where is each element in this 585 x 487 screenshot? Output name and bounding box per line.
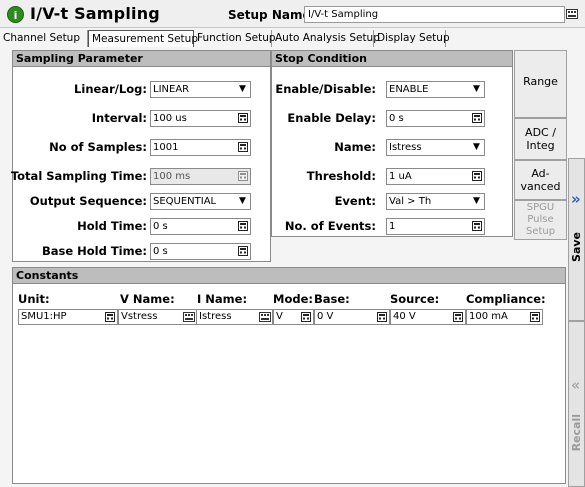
unit-field[interactable]: SMU1:HP [18,309,118,325]
calculator-icon[interactable] [238,142,248,152]
setup-name-input[interactable]: I/V-t Sampling [304,6,565,23]
save-label: Save [570,232,583,262]
keyboard-icon[interactable] [259,312,271,322]
chevron-down-icon[interactable]: ▼ [235,82,250,97]
name-label: Name: [334,140,376,154]
calculator-icon[interactable] [238,221,248,231]
tab-channel-setup[interactable]: Channel Setup [0,30,88,47]
spgu-label-2: Pulse [527,214,554,225]
calculator-icon[interactable] [453,312,463,322]
advanced-label-1: Ad- [531,167,550,180]
col-i-name: I Name: [197,292,248,306]
calculator-icon[interactable] [472,221,482,231]
sampling-parameter-header: Sampling Parameter [12,50,271,67]
no-of-events-input[interactable]: 1 [386,218,485,235]
constants-header: Constants [12,267,566,284]
app-title: I/V-t Sampling [30,4,160,23]
range-button[interactable]: Range [514,50,567,118]
base-hold-time-input[interactable]: 0 s [150,243,251,260]
enable-delay-label: Enable Delay: [287,111,376,125]
spgu-label-3: Setup [525,226,556,237]
tab-bar: Channel Setup Measurement Setup Function… [0,30,585,47]
col-source: Source: [390,292,440,306]
no-of-events-label: No. of Events: [284,219,376,233]
chevron-down-icon[interactable]: ▼ [235,194,250,209]
stop-condition-header: Stop Condition [271,50,513,67]
interval-label: Interval: [91,111,147,125]
calculator-icon[interactable] [530,312,540,322]
expand-icon[interactable]: » [571,190,581,208]
calculator-icon [238,171,248,181]
adc-integ-label-1: ADC / [525,126,556,139]
threshold-label: Threshold: [306,169,376,183]
advanced-button[interactable]: Ad- vanced [514,160,567,200]
calculator-icon[interactable] [377,312,387,322]
calculator-icon[interactable] [472,171,482,181]
tab-auto-analysis-setup[interactable]: Auto Analysis Setup [272,30,380,47]
recall-label: Recall [570,414,583,452]
advanced-label-2: vanced [520,180,561,193]
calculator-icon[interactable] [301,312,311,322]
calculator-icon[interactable] [238,246,248,256]
col-v-name: V Name: [120,292,175,306]
calculator-icon[interactable] [238,113,248,123]
hold-time-label: Hold Time: [77,219,147,233]
enable-delay-input[interactable]: 0 s [386,110,485,127]
enable-disable-label: Enable/Disable: [275,82,376,96]
col-base: Base: [314,292,350,306]
output-sequence-label: Output Sequence: [29,194,147,208]
interval-input[interactable]: 100 us [150,110,251,127]
hold-time-input[interactable]: 0 s [150,218,251,235]
calculator-icon[interactable] [472,113,482,123]
spgu-label-1: SPGU [526,202,555,213]
keyboard-icon[interactable] [566,9,578,19]
recall-panel-button[interactable] [568,321,585,487]
base-hold-time-label: Base Hold Time: [41,244,147,258]
event-label: Event: [334,194,376,208]
no-of-samples-label: No of Samples: [49,140,147,154]
linear-log-label: Linear/Log: [74,82,147,96]
col-unit: Unit: [18,292,50,306]
col-mode: Mode: [273,292,313,306]
setup-name-label: Setup Name: [228,8,316,22]
chevron-down-icon[interactable]: ▼ [469,82,484,97]
spgu-pulse-setup-button: SPGU Pulse Setup [514,200,567,240]
tab-measurement-setup[interactable]: Measurement Setup [88,30,198,47]
no-of-samples-input[interactable]: 1001 [150,139,251,156]
col-compliance: Compliance: [466,292,546,306]
chevron-down-icon[interactable]: ▼ [469,140,484,155]
tab-display-setup[interactable]: Display Setup [374,30,450,47]
collapse-icon[interactable]: « [571,376,580,394]
calculator-icon[interactable] [105,312,115,322]
adc-integ-button[interactable]: ADC / Integ [514,118,567,160]
info-icon[interactable]: i [7,6,24,23]
keyboard-icon[interactable] [183,312,195,322]
threshold-input[interactable]: 1 uA [386,168,485,185]
adc-integ-label-2: Integ [526,139,555,152]
chevron-down-icon[interactable]: ▼ [469,194,484,209]
tab-function-setup[interactable]: Function Setup [194,30,276,47]
total-sampling-time-label: Total Sampling Time: [10,169,147,183]
total-sampling-time-field: 100 ms [150,168,251,185]
